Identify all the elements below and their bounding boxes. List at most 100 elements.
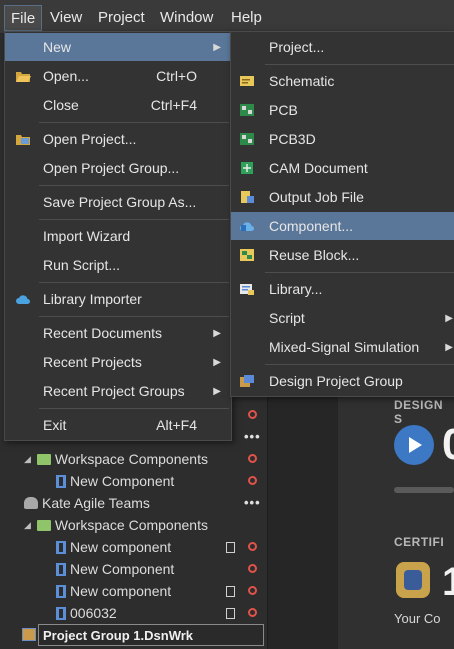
menu-item-label: Design Project Group	[269, 373, 403, 389]
design-project-group-icon	[240, 375, 254, 387]
tree-label: Project Group 1.DsnWrk	[43, 627, 194, 643]
menu-item-label: Recent Project Groups	[43, 383, 185, 399]
menu-item-recent-projects[interactable]: Recent Projects ▶	[5, 348, 231, 376]
new-submenu: Project... Schematic PCB PCB3D CAM Docum…	[230, 31, 454, 397]
menu-item-script[interactable]: Script ▶	[231, 304, 454, 332]
play-icon[interactable]	[394, 425, 434, 465]
menu-item-label: Save Project Group As...	[43, 194, 197, 210]
menu-item-mixed-signal-simulation[interactable]: Mixed-Signal Simulation ▶	[231, 333, 454, 361]
component-icon	[56, 540, 66, 554]
shortcut-label: Ctrl+F4	[150, 97, 197, 113]
menu-item-output-job-file[interactable]: Output Job File	[231, 183, 454, 211]
menu-item-label: Recent Documents	[43, 325, 163, 341]
menu-item-label: Import Wizard	[43, 228, 131, 244]
menu-help[interactable]: Help	[225, 5, 268, 31]
tree-folder-workspace-components-2[interactable]: ◢ Workspace Components	[24, 514, 208, 536]
tree-item-006032[interactable]: 006032	[56, 602, 117, 624]
menu-item-label: Schematic	[269, 73, 335, 89]
menu-item-import-wizard[interactable]: Import Wizard	[5, 222, 231, 250]
output-job-icon	[241, 191, 254, 203]
menu-item-run-script[interactable]: Run Script...	[5, 251, 231, 279]
component-icon	[56, 562, 66, 576]
menu-item-project[interactable]: Project...	[231, 33, 454, 61]
tree-folder-workspace-components[interactable]: ◢ Workspace Components	[24, 448, 208, 470]
folder-icon	[36, 453, 51, 465]
menu-item-recent-documents[interactable]: Recent Documents ▶	[5, 319, 231, 347]
status-dot-icon	[248, 586, 257, 595]
tree-label: 006032	[70, 605, 117, 621]
tree-item-new-component[interactable]: New component	[56, 580, 171, 602]
menu-item-label: Output Job File	[269, 189, 364, 205]
menu-separator	[39, 185, 229, 186]
menu-separator	[39, 408, 229, 409]
tree-item-new-component[interactable]: New component	[56, 536, 171, 558]
cam-document-icon	[241, 162, 253, 174]
menu-item-label: Component...	[269, 218, 354, 234]
menu-item-schematic[interactable]: Schematic	[231, 67, 454, 95]
menu-item-reuse-block[interactable]: Reuse Block...	[231, 241, 454, 269]
expand-triangle-icon[interactable]: ◢	[24, 454, 31, 465]
menu-window[interactable]: Window	[154, 5, 219, 31]
menu-separator	[265, 64, 454, 65]
menu-item-label: Script	[269, 310, 305, 326]
menu-item-label: Exit	[43, 417, 67, 433]
status-dot-icon	[248, 608, 257, 617]
tree-label: Kate Agile Teams	[42, 495, 150, 511]
menu-item-new[interactable]: New ▶	[5, 33, 231, 61]
menu-item-exit[interactable]: Exit Alt+F4	[5, 411, 231, 439]
menu-item-label: Project...	[269, 39, 325, 55]
library-icon	[240, 284, 254, 295]
menu-item-label: CAM Document	[269, 160, 368, 176]
menu-item-save-project-group-as[interactable]: Save Project Group As...	[5, 188, 231, 216]
tree-item-project-group[interactable]: Project Group 1.DsnWrk	[38, 624, 264, 646]
status-dot-icon	[248, 410, 257, 419]
submenu-arrow-icon: ▶	[445, 341, 453, 353]
menu-item-open[interactable]: Open... Ctrl+O	[5, 62, 231, 90]
folder-icon	[36, 519, 51, 531]
tree-item-kate-agile-teams[interactable]: Kate Agile Teams	[24, 492, 150, 514]
menu-item-library[interactable]: Library...	[231, 275, 454, 303]
menu-item-cam-document[interactable]: CAM Document	[231, 154, 454, 182]
expand-triangle-icon[interactable]: ◢	[24, 520, 31, 531]
menu-item-close[interactable]: Close Ctrl+F4	[5, 91, 231, 119]
menu-item-pcb[interactable]: PCB	[231, 96, 454, 124]
pcb3d-icon	[240, 133, 254, 145]
menu-item-label: Mixed-Signal Simulation	[269, 339, 420, 355]
shortcut-label: Alt+F4	[156, 417, 197, 433]
submenu-arrow-icon: ▶	[445, 312, 453, 324]
menu-file[interactable]: File	[4, 5, 43, 31]
menu-item-label: Reuse Block...	[269, 247, 360, 263]
team-icon	[24, 497, 38, 509]
component-icon	[56, 584, 66, 598]
menu-separator	[39, 219, 229, 220]
more-options-icon[interactable]: •••	[244, 429, 261, 444]
tree-item-new-component[interactable]: New Component	[56, 470, 174, 492]
more-options-icon[interactable]: •••	[244, 495, 261, 510]
tree-item-new-component[interactable]: New Component	[56, 558, 174, 580]
menu-item-pcb3d[interactable]: PCB3D	[231, 125, 454, 153]
open-folder-icon	[16, 72, 31, 82]
component-cloud-icon	[240, 222, 254, 231]
menu-item-open-project[interactable]: Open Project...	[5, 125, 231, 153]
menu-project[interactable]: Project	[92, 5, 151, 31]
menu-view[interactable]: View	[44, 5, 88, 31]
menu-item-recent-project-groups[interactable]: Recent Project Groups ▶	[5, 377, 231, 405]
certification-badge-icon	[396, 562, 430, 598]
design-count: 0	[442, 420, 454, 470]
menu-item-library-importer[interactable]: Library Importer	[5, 285, 231, 313]
status-dot-icon	[248, 476, 257, 485]
menu-item-open-project-group[interactable]: Open Project Group...	[5, 154, 231, 182]
tree-label: Workspace Components	[54, 517, 208, 533]
menu-item-label: Library Importer	[43, 291, 142, 307]
submenu-arrow-icon: ▶	[213, 327, 221, 339]
document-icon	[226, 608, 235, 619]
menu-item-design-project-group[interactable]: Design Project Group	[231, 367, 454, 395]
menu-item-component[interactable]: Component...	[231, 212, 454, 240]
menu-separator	[39, 282, 229, 283]
menu-item-label: New	[43, 39, 72, 55]
certification-count: 1	[442, 560, 454, 604]
status-dot-icon	[248, 454, 257, 463]
menu-item-label: PCB	[269, 102, 298, 118]
tree-label: Workspace Components	[54, 451, 208, 467]
menu-separator	[39, 122, 229, 123]
